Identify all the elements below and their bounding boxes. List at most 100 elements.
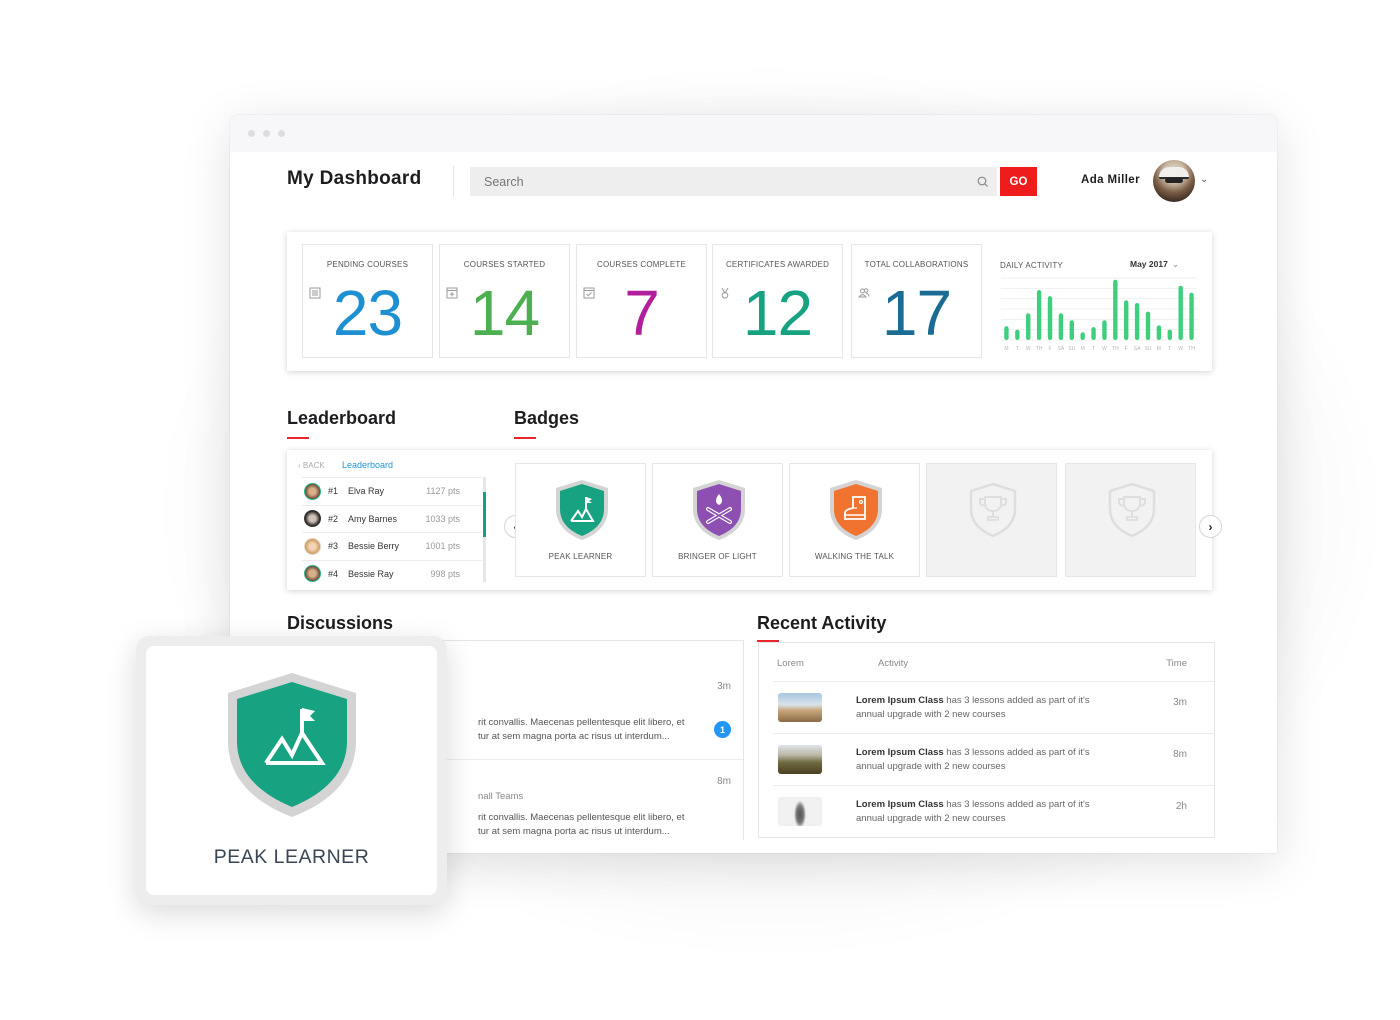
window-dot-minimize[interactable]: [263, 130, 270, 137]
chart-bar[interactable]: [1167, 329, 1172, 340]
chart-x-tick-label: T: [1092, 346, 1095, 352]
activity-text: Lorem Ipsum Class has 3 lessons added as…: [856, 694, 1116, 722]
chart-x-tick-label: TH: [1112, 346, 1119, 352]
stat-label: CERTIFICATES AWARDED: [725, 260, 830, 269]
chart-bar[interactable]: [1069, 320, 1074, 340]
campfire-icon: [693, 480, 745, 540]
stat-card-total-collaborations[interactable]: TOTAL COLLABORATIONS 17: [851, 244, 982, 358]
activity-thumbnail: [778, 797, 822, 826]
stat-card-courses-started[interactable]: COURSES STARTED 14: [439, 244, 570, 358]
go-button[interactable]: GO: [1000, 167, 1037, 196]
leaderboard-tab[interactable]: Leaderboard: [342, 460, 393, 470]
leaderboard-row[interactable]: #4 Bessie Ray 998 pts: [302, 559, 482, 588]
window-titlebar: [230, 115, 1277, 152]
activity-time: 8m: [1173, 749, 1187, 760]
stat-value: 12: [742, 277, 813, 349]
stat-label: COURSES COMPLETE: [597, 260, 686, 269]
chart-bar[interactable]: [1091, 327, 1096, 340]
daily-activity-title: DAILY ACTIVITY: [1000, 261, 1063, 270]
chart-bar[interactable]: [1015, 329, 1020, 340]
activity-class-name: Lorem Ipsum Class: [856, 747, 944, 758]
activity-row[interactable]: Lorem Ipsum Class has 3 lessons added as…: [773, 681, 1214, 733]
chart-bar[interactable]: [1058, 313, 1064, 340]
search-icon[interactable]: [969, 167, 997, 196]
leaderboard-badges-panel: ‹ BACK Leaderboard #1 Elva Ray 1127 pts …: [287, 450, 1222, 590]
title-divider: [453, 166, 454, 196]
chevron-right-icon: ›: [1208, 519, 1213, 534]
avatar: [304, 482, 321, 500]
user-avatar[interactable]: [1153, 160, 1195, 202]
chevron-down-icon: ⌄: [1171, 259, 1179, 269]
chevron-down-icon[interactable]: ⌄: [1200, 174, 1208, 185]
month-select[interactable]: May 2017 ⌄: [1130, 259, 1179, 270]
stat-card-pending-courses[interactable]: PENDING COURSES 23: [302, 244, 433, 358]
activity-row[interactable]: Lorem Ipsum Class has 3 lessons added as…: [773, 733, 1214, 785]
badge-card-bringer-of-light[interactable]: BRINGER OF LIGHT: [652, 463, 783, 577]
discussion-subtitle: nall Teams: [478, 791, 524, 802]
stat-card-certificates-awarded[interactable]: CERTIFICATES AWARDED 12: [712, 244, 843, 358]
column-header-activity: Activity: [878, 658, 909, 669]
search-input[interactable]: [484, 174, 969, 189]
badge-card-locked[interactable]: [926, 463, 1057, 577]
chart-bar[interactable]: [1134, 302, 1140, 340]
leaderboard-points: 1001 pts: [425, 541, 460, 552]
badge-card-locked[interactable]: [1065, 463, 1196, 577]
badge-card-peak-learner[interactable]: PEAK LEARNER: [515, 463, 646, 577]
activity-text: Lorem Ipsum Class has 3 lessons added as…: [856, 746, 1116, 774]
chart-bar[interactable]: [1047, 296, 1053, 340]
trophy-icon: [1108, 482, 1156, 538]
chart-bar[interactable]: [1080, 332, 1085, 340]
chart-x-tick-label: SU: [1068, 346, 1075, 352]
chart-bar[interactable]: [1004, 326, 1009, 340]
leaderboard-scrollbar[interactable]: [483, 477, 486, 582]
user-name[interactable]: Ada Miller: [1081, 174, 1140, 186]
stat-value: 7: [624, 277, 660, 349]
featured-badge-card[interactable]: PEAK LEARNER: [136, 636, 447, 905]
chart-bar[interactable]: [1036, 290, 1042, 340]
stats-panel: PENDING COURSES 23 COURSES STARTED 14 CO…: [287, 232, 1212, 371]
stat-value: 17: [881, 277, 952, 349]
discussions-heading: Discussions: [287, 613, 394, 633]
stat-value: 14: [469, 277, 540, 349]
discussion-time: 8m: [717, 776, 731, 787]
leaderboard-row[interactable]: #3 Bessie Berry 1001 pts: [302, 532, 482, 560]
chart-bar[interactable]: [1113, 279, 1118, 340]
back-link[interactable]: ‹ BACK: [298, 461, 325, 470]
discussion-time: 3m: [717, 681, 731, 692]
chart-x-tick-label: M: [1081, 346, 1085, 352]
column-header-lorem: Lorem: [777, 658, 804, 669]
discussion-text-line: tur at sem magna porta ac risus ut inter…: [478, 826, 670, 837]
stat-value: 23: [332, 277, 403, 349]
chart-bar[interactable]: [1145, 311, 1151, 340]
leaderboard-underline: [287, 437, 309, 439]
discussion-text: rit convallis. Maecenas pellentesque eli…: [478, 811, 718, 839]
chart-bar[interactable]: [1156, 325, 1162, 340]
mountain-flag-icon: [556, 480, 608, 540]
sneaker-icon: [830, 480, 882, 540]
chart-bar[interactable]: [1178, 285, 1183, 340]
stat-card-courses-complete[interactable]: COURSES COMPLETE 7: [576, 244, 707, 358]
chart-bar[interactable]: [1026, 313, 1031, 340]
leaderboard-row[interactable]: #1 Elva Ray 1127 pts: [302, 477, 482, 505]
leaderboard-name: Bessie Berry: [348, 541, 400, 552]
window-dot-maximize[interactable]: [278, 130, 285, 137]
chart-x-tick-label: T: [1168, 346, 1171, 352]
chart-bar[interactable]: [1189, 292, 1194, 340]
avatar: [304, 510, 321, 528]
badge-card-walking-the-talk[interactable]: WALKING THE TALK: [789, 463, 920, 577]
featured-badge-inner: PEAK LEARNER: [146, 646, 437, 895]
leaderboard-rank: #3: [328, 541, 339, 552]
chart-bar[interactable]: [1102, 320, 1107, 340]
window-dot-close[interactable]: [248, 130, 255, 137]
activity-class-name: Lorem Ipsum Class: [856, 799, 944, 810]
leaderboard-row[interactable]: #2 Amy Barnes 1033 pts: [302, 504, 482, 533]
avatar: [304, 537, 321, 555]
carousel-next-button[interactable]: ›: [1199, 515, 1222, 538]
activity-row[interactable]: Lorem Ipsum Class has 3 lessons added as…: [773, 785, 1214, 837]
chart-bar[interactable]: [1124, 300, 1129, 340]
activity-thumbnail: [778, 745, 822, 774]
scrollbar-thumb[interactable]: [483, 492, 486, 537]
activity-time: 3m: [1173, 697, 1187, 708]
leaderboard-points: 1033 pts: [425, 513, 460, 524]
chart-x-tick-label: SU: [1145, 346, 1152, 352]
